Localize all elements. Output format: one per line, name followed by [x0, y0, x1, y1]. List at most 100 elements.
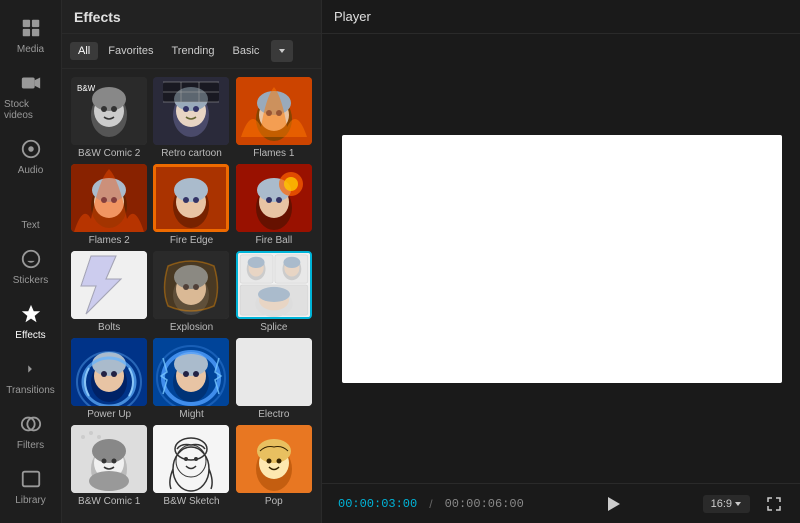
effect-thumb-splice	[236, 251, 312, 319]
aspect-ratio-button[interactable]: 16:9	[703, 495, 750, 513]
effect-label-electro: Electro	[258, 409, 289, 421]
effect-item-retro-cartoon[interactable]: Retro cartoon	[152, 77, 230, 160]
chevron-down-icon	[277, 46, 287, 56]
effect-preview-flames1	[236, 77, 312, 145]
effects-panel-header: Effects	[62, 0, 321, 34]
effect-item-pop[interactable]: Pop	[235, 425, 313, 508]
effect-label-might: Might	[179, 409, 203, 421]
sidebar-item-filters[interactable]: Filters	[0, 404, 61, 459]
effect-item-flames2[interactable]: Flames 2	[70, 164, 148, 247]
effect-label-fire-ball: Fire Ball	[255, 235, 292, 247]
effect-preview-bw-comic2: B&W	[71, 77, 147, 145]
sidebar-item-transitions-label: Transitions	[6, 385, 55, 396]
sidebar-item-stock-label: Stock videos	[4, 99, 57, 121]
player-controls: 00:00:03:00 / 00:00:06:00 16:9	[322, 483, 800, 523]
filter-tabs-bar: All Favorites Trending Basic	[62, 34, 321, 69]
tab-basic[interactable]: Basic	[225, 42, 268, 60]
sidebar-item-media[interactable]: Media	[0, 8, 61, 63]
effect-thumb-pop	[236, 425, 312, 493]
fullscreen-button[interactable]	[762, 492, 786, 516]
effect-thumb-bw-comic1	[71, 425, 147, 493]
effects-panel-title: Effects	[74, 9, 121, 25]
effect-thumb-bw-sketch	[153, 425, 229, 493]
sidebar-item-stickers-label: Stickers	[13, 275, 49, 286]
effect-label-bolts: Bolts	[98, 322, 120, 334]
player-header: Player	[322, 0, 800, 34]
sidebar-item-text-label: Text	[21, 220, 39, 231]
effect-preview-fire-edge	[153, 164, 229, 232]
player-time-current: 00:00:03:00	[338, 497, 417, 511]
effect-item-fire-ball[interactable]: Fire Ball	[235, 164, 313, 247]
sidebar-item-stock-videos[interactable]: Stock videos	[0, 63, 61, 129]
effect-thumb-fire-ball	[236, 164, 312, 232]
effect-preview-explosion	[153, 251, 229, 319]
effect-thumb-electro	[236, 338, 312, 406]
effect-preview-bw-sketch	[153, 425, 229, 493]
media-icon	[19, 16, 43, 40]
effect-item-bolts[interactable]: Bolts	[70, 251, 148, 334]
effect-preview-flames2	[71, 164, 147, 232]
effect-item-splice[interactable]: Splice	[235, 251, 313, 334]
effect-label-flames2: Flames 2	[89, 235, 130, 247]
effect-preview-electro	[236, 338, 312, 406]
effect-preview-pop	[236, 425, 312, 493]
effect-label-explosion: Explosion	[170, 322, 213, 334]
filters-icon	[19, 412, 43, 436]
tabs-dropdown-button[interactable]	[271, 40, 293, 62]
sidebar-item-filters-label: Filters	[17, 440, 44, 451]
tab-all[interactable]: All	[70, 42, 98, 60]
sidebar-item-text[interactable]: Text	[0, 184, 61, 239]
play-button[interactable]	[599, 490, 627, 518]
effect-label-splice: Splice	[260, 322, 287, 334]
play-icon	[604, 495, 622, 513]
sidebar-item-effects[interactable]: Effects	[0, 294, 61, 349]
effect-thumb-fire-edge	[153, 164, 229, 232]
effect-label-bw-sketch: B&W Sketch	[163, 496, 219, 508]
sidebar-item-library[interactable]: Library	[0, 459, 61, 514]
effect-label-bw-comic1: B&W Comic 1	[78, 496, 140, 508]
effect-preview-bolts	[71, 251, 147, 319]
effect-preview-power-up	[71, 338, 147, 406]
player-canvas-area	[322, 34, 800, 483]
fullscreen-icon	[766, 496, 782, 512]
effects-icon	[19, 302, 43, 326]
effect-item-bw-comic2[interactable]: B&W B&W Comic 2	[70, 77, 148, 160]
effect-item-flames1[interactable]: Flames 1	[235, 77, 313, 160]
effect-thumb-might	[153, 338, 229, 406]
effect-label-bw-comic2: B&W Comic 2	[78, 148, 140, 160]
player-time-total: 00:00:06:00	[445, 497, 524, 511]
tab-favorites[interactable]: Favorites	[100, 42, 161, 60]
effect-thumb-explosion	[153, 251, 229, 319]
player-title: Player	[334, 9, 371, 24]
sidebar-item-audio[interactable]: Audio	[0, 129, 61, 184]
effect-item-bw-comic1[interactable]: B&W Comic 1	[70, 425, 148, 508]
effect-item-power-up[interactable]: Power Up	[70, 338, 148, 421]
effect-preview-bw-comic1	[71, 425, 147, 493]
effect-item-electro[interactable]: Electro	[235, 338, 313, 421]
sidebar: Media Stock videos Audio Text Stickers E…	[0, 0, 62, 523]
stock-videos-icon	[19, 71, 43, 95]
effect-preview-splice	[238, 253, 310, 317]
effect-label-power-up: Power Up	[87, 409, 131, 421]
effect-label-flames1: Flames 1	[253, 148, 294, 160]
effect-item-explosion[interactable]: Explosion	[152, 251, 230, 334]
tab-trending[interactable]: Trending	[163, 42, 222, 60]
audio-icon	[19, 137, 43, 161]
ratio-chevron-icon	[734, 500, 742, 508]
aspect-ratio-label: 16:9	[711, 498, 732, 510]
effect-thumb-power-up	[71, 338, 147, 406]
effect-item-fire-edge[interactable]: Fire Edge	[152, 164, 230, 247]
player-time-separator: /	[429, 497, 432, 511]
effect-item-might[interactable]: Might	[152, 338, 230, 421]
effect-preview-fire-ball	[236, 164, 312, 232]
effect-preview-might	[153, 338, 229, 406]
effect-thumb-bw-comic2: B&W	[71, 77, 147, 145]
sidebar-item-stickers[interactable]: Stickers	[0, 239, 61, 294]
effect-label-retro: Retro cartoon	[161, 148, 222, 160]
effect-thumb-flames2	[71, 164, 147, 232]
sidebar-item-audio-label: Audio	[18, 165, 44, 176]
stickers-icon	[19, 247, 43, 271]
sidebar-item-transitions[interactable]: Transitions	[0, 349, 61, 404]
effect-label-fire-edge: Fire Edge	[170, 235, 213, 247]
effect-item-bw-sketch[interactable]: B&W Sketch	[152, 425, 230, 508]
